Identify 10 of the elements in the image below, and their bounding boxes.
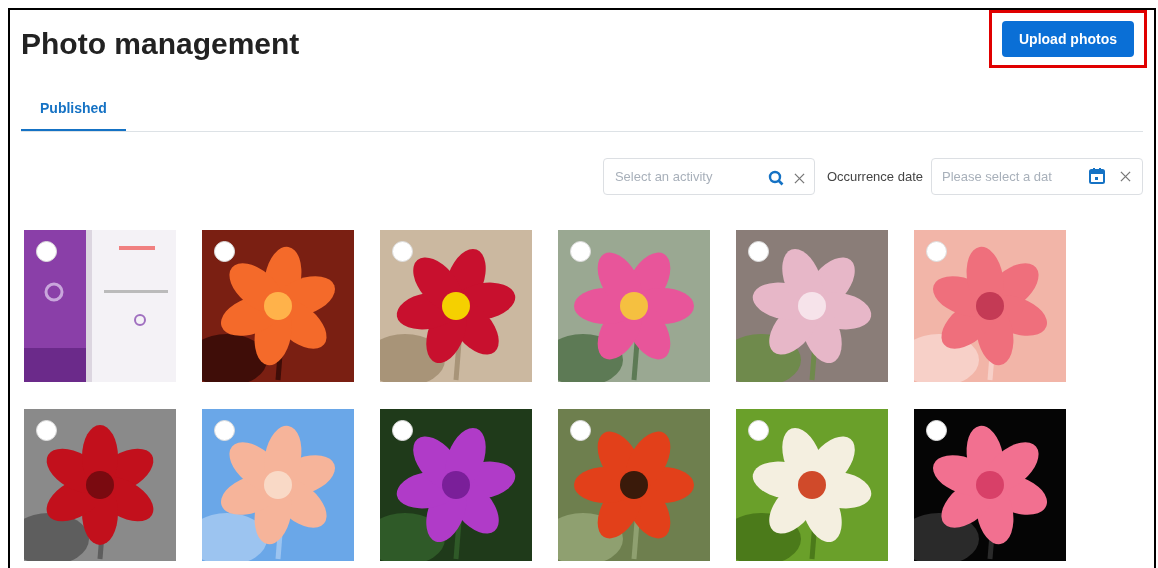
activity-field[interactable]: Select an activity xyxy=(602,158,815,195)
search-icon[interactable] xyxy=(767,170,784,186)
date-field[interactable]: Please select a dat xyxy=(931,158,1143,195)
tab[interactable]: Published xyxy=(21,98,126,131)
clear-icon[interactable] xyxy=(793,172,805,184)
calendar-icon[interactable] xyxy=(1088,167,1106,185)
clear-icon[interactable] xyxy=(1120,170,1131,182)
page-title: Photo management xyxy=(21,26,300,62)
upload-button[interactable]: Upload photos xyxy=(1002,21,1134,57)
date-label: Occurrence date xyxy=(826,167,923,186)
